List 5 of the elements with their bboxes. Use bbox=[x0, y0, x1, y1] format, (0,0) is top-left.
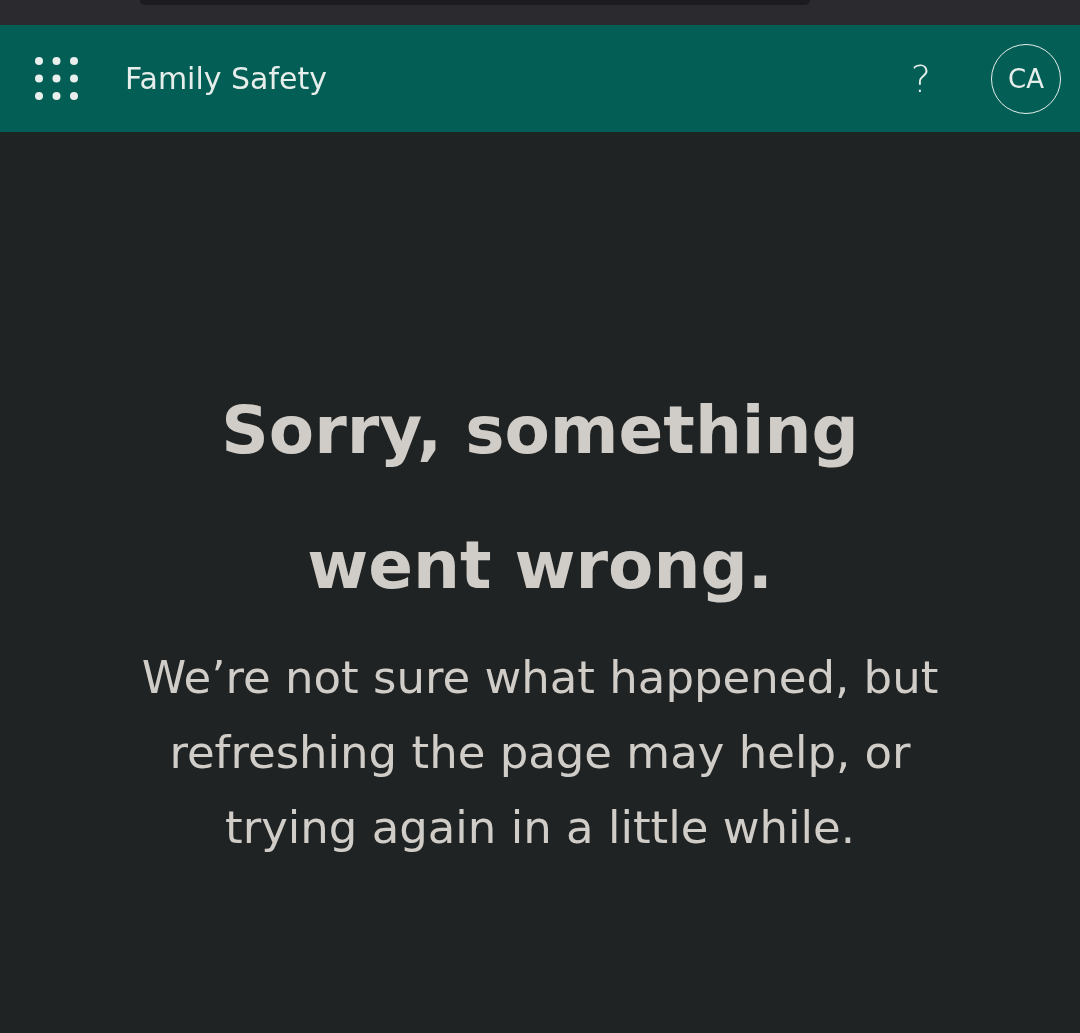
app-launcher-icon[interactable] bbox=[35, 57, 78, 100]
help-button[interactable]: ? bbox=[906, 59, 935, 98]
error-heading: Sorry, something went wrong. bbox=[220, 391, 860, 606]
error-message: We’re not sure what happened, but refreshing the page may help, or trying again in a little while. bbox=[140, 650, 940, 856]
app-title[interactable]: Family Safety bbox=[125, 63, 328, 94]
